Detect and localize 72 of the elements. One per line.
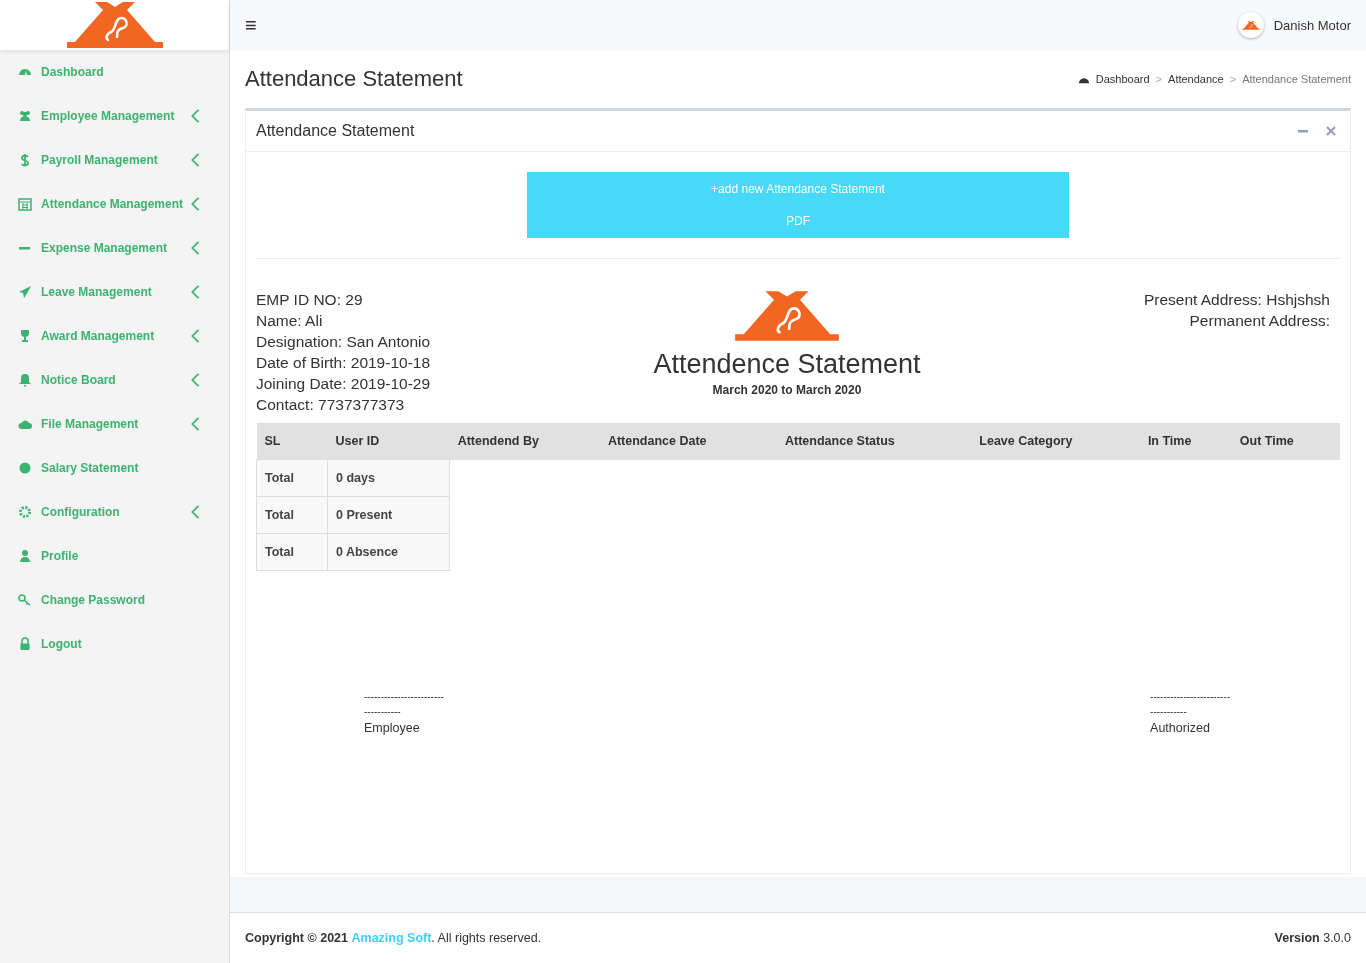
column-header: Attendance Date [599,423,777,460]
sidebar-item[interactable]: Notice Board [0,358,229,402]
column-header: Attendend By [449,423,600,460]
bell-icon [18,373,32,387]
panel-title: Attendance Statement [256,122,415,140]
badge-icon [18,461,32,475]
sidebar-item[interactable]: Payroll Management [0,138,229,182]
close-icon[interactable] [1326,126,1336,136]
user-name[interactable]: Danish Motor [1273,17,1351,33]
table-cell: Total [256,496,328,534]
sidebar-item[interactable]: Employee Management [0,94,229,138]
signature-label: Employee [364,721,421,735]
column-header: SL [256,423,328,460]
paper-plane-icon [18,285,32,299]
signature-line: ----------- [1150,706,1188,717]
address-info: Permanent Address: [1188,311,1330,331]
employee-info: Designation: San Antonio [256,332,431,352]
action-button[interactable]: +add new Attendance Statement [707,180,889,198]
cloud-icon [18,417,32,431]
sidebar-item[interactable]: Leave Management [0,270,229,314]
user-icon [18,549,32,563]
column-header: Leave Category [971,423,1140,460]
statement-period: March 2020 to March 2020 [711,382,863,399]
sidebar-item[interactable]: Attendance Management [0,182,229,226]
table-cell: Total [256,533,328,571]
signature-label: Authorized [1150,721,1211,735]
key-icon [18,593,32,607]
breadcrumb-link[interactable]: Dashboard [1095,73,1150,85]
signature-line: ------------------------ [364,691,444,702]
table-cell: 0 Absence [327,533,450,571]
users-icon [18,109,32,123]
menu-button[interactable]: ≡ [245,13,257,37]
signature-line: ------------------------ [1150,691,1230,702]
copyright-text: Copyright © 2021 Amazing Soft. All rights reserved. [245,931,542,945]
employee-info: Date of Birth: 2019-10-18 [256,353,431,373]
column-header: In Time [1139,423,1232,460]
employee-info: EMP ID NO: 29 [256,290,364,310]
sidebar-item[interactable]: Profile [0,534,229,578]
avatar-icon[interactable] [1237,12,1264,38]
breadcrumb-link[interactable]: Attendance [1168,73,1224,85]
sidebar-item[interactable]: Dashboard [0,50,229,94]
page-title: Attendance Statement [245,66,463,92]
statement-title: Attendence Statement [653,348,921,380]
action-button[interactable]: PDF [782,212,814,230]
sidebar-item[interactable]: Salary Statement [0,446,229,490]
employee-info: Name: Ali [256,311,324,331]
breadcrumb-link[interactable]: Attendance Statement [1242,73,1351,85]
employee-info: Contact: 7737377373 [256,395,406,415]
calendar-icon [18,197,32,211]
column-header: User ID [327,423,450,460]
table-cell: Total [256,459,328,497]
sidebar-item[interactable]: Change Password [0,578,229,622]
trophy-icon [18,329,32,343]
dollar-icon [18,153,32,167]
lock-icon [18,637,32,651]
employee-info: Joining Date: 2019-10-29 [256,374,431,394]
table-cell: 0 Present [327,496,450,534]
table-cell: 0 days [327,459,450,497]
address-info: Present Address: Hshjshsh [1143,290,1330,310]
logo-icon [733,289,841,343]
sidebar-item[interactable]: File Management [0,402,229,446]
breadcrumb-separator: > [1229,73,1237,85]
sidebar-item[interactable]: Expense Management [0,226,229,270]
version-text: Version 3.0.0 [1274,931,1351,945]
breadcrumb-separator: > [1155,73,1163,85]
column-header: Out Time [1231,423,1340,460]
logo-icon [1241,20,1260,30]
sidebar-item[interactable]: Configuration [0,490,229,534]
sidebar-item[interactable]: Logout [0,622,229,666]
signature-line: ----------- [364,706,402,717]
column-header: Attendance Status [777,423,972,460]
sidebar-item[interactable]: Award Management [0,314,229,358]
